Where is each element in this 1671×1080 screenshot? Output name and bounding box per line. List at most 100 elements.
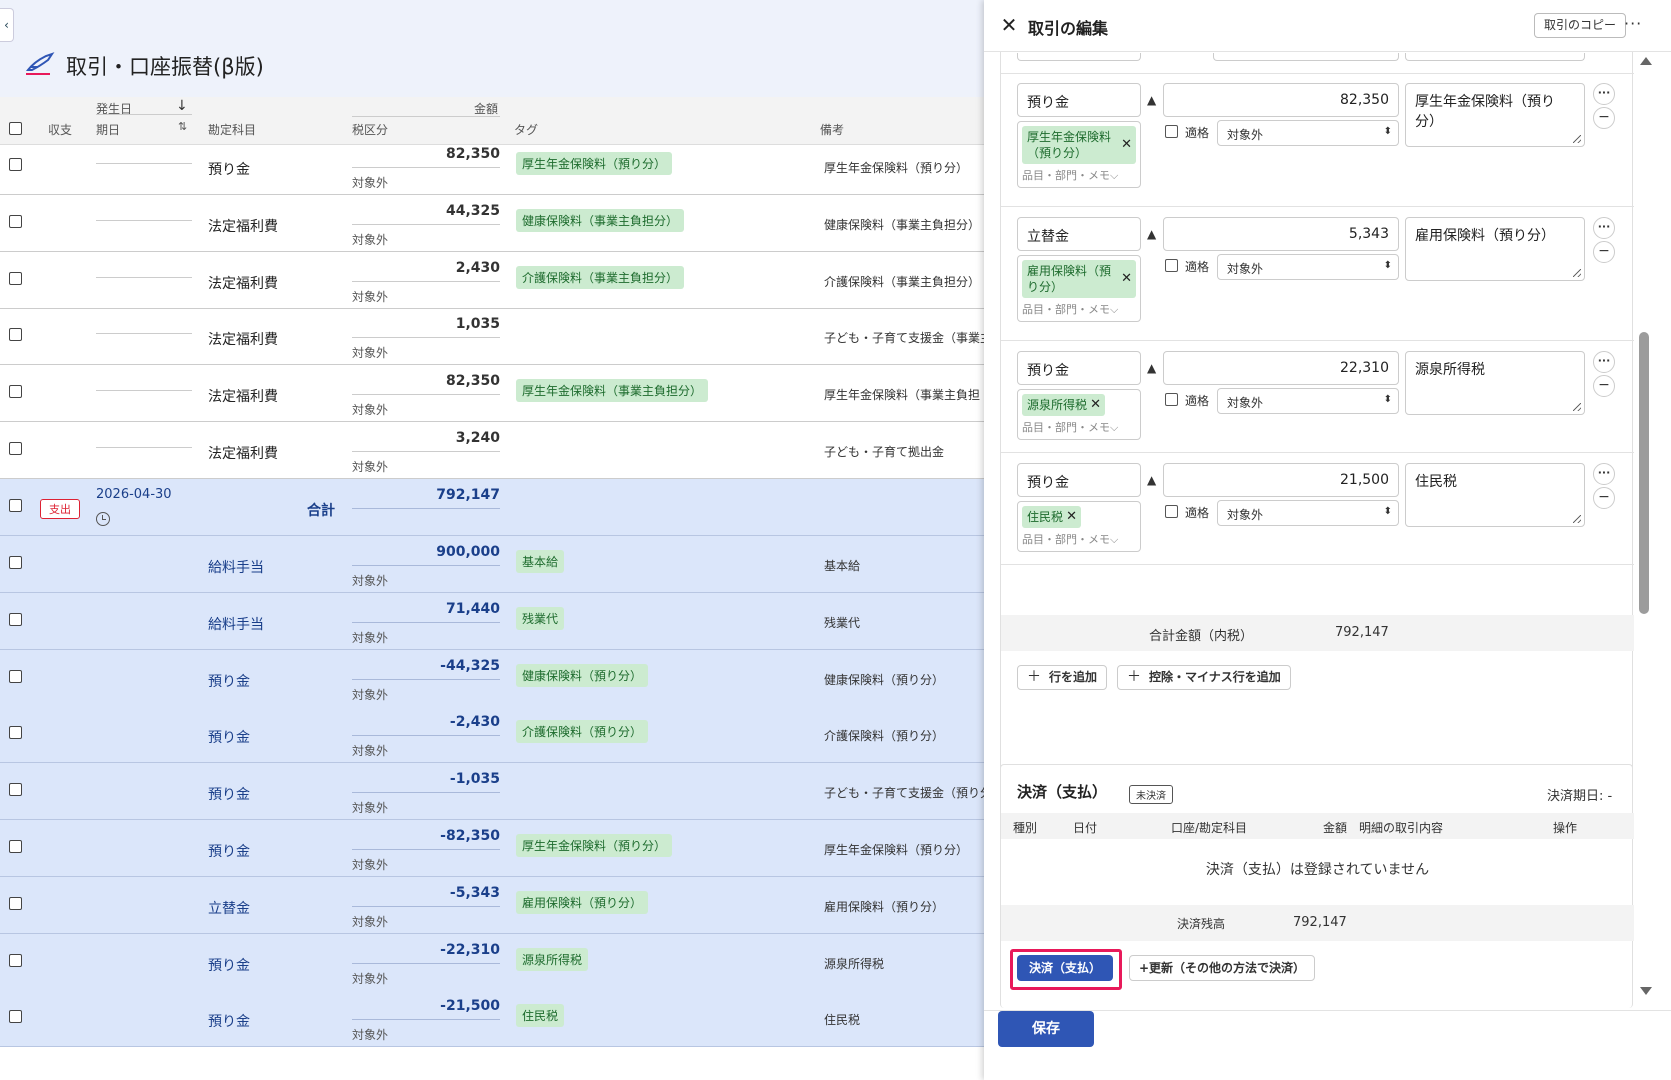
row-checkbox[interactable]: [9, 214, 22, 228]
memo-textarea[interactable]: 源泉所得税: [1405, 351, 1585, 415]
row-checkbox[interactable]: [9, 556, 22, 569]
row-checkbox[interactable]: [9, 1010, 22, 1024]
table-row[interactable]: 給料手当 900,000 対象外 基本給 基本給: [0, 536, 984, 593]
row-tag[interactable]: 厚生年金保険料（預り分）: [516, 834, 673, 857]
account-select[interactable]: 預り金: [1017, 351, 1141, 385]
update-other-method-button[interactable]: +更新（その他の方法で決済）: [1129, 955, 1316, 981]
row-checkbox[interactable]: [9, 158, 22, 171]
table-row[interactable]: 法定福利費 3,240 対象外 子ども・子育て拠出金: [0, 422, 984, 479]
scroll-thumb[interactable]: [1639, 332, 1649, 614]
item-dept-memo-toggle[interactable]: 品目・部門・メモ⌵: [1022, 167, 1136, 183]
row-tag[interactable]: 残業代: [516, 606, 565, 630]
table-row[interactable]: 給料手当 71,440 対象外 残業代 残業代: [0, 592, 984, 650]
more-options-icon[interactable]: ···: [1593, 351, 1615, 373]
remove-line-icon[interactable]: −: [1593, 375, 1615, 397]
memo-textarea[interactable]: 厚生年金保険料（預り分）: [1405, 83, 1585, 147]
row-tag[interactable]: 厚生年金保険料（預り分）: [516, 152, 673, 175]
row-tag[interactable]: 介護保険料（預り分）: [516, 720, 649, 744]
row-tag[interactable]: 厚生年金保険料（事業主負担分）: [516, 379, 709, 403]
row-checkbox[interactable]: [9, 271, 22, 285]
amount-input[interactable]: 82,350: [1163, 83, 1399, 117]
close-icon[interactable]: ✕: [998, 14, 1020, 36]
amount-input[interactable]: 21,500: [1163, 463, 1399, 497]
scroll-down-arrow-icon[interactable]: [1640, 987, 1652, 995]
row-checkbox[interactable]: [9, 840, 22, 853]
table-row[interactable]: 預り金 -2,430 対象外 介護保険料（預り分） 介護保険料（預り分）: [0, 706, 984, 764]
header-period[interactable]: 期日: [96, 121, 120, 138]
total-row[interactable]: 支出 2026-04-30 合計 792,147: [0, 479, 984, 536]
table-row[interactable]: 法定福利費 82,350 対象外 厚生年金保険料（事業主負担分） 厚生年金保険料（事業主…: [0, 365, 984, 423]
item-dept-memo-toggle[interactable]: 品目・部門・メモ⌵: [1022, 419, 1136, 435]
table-row[interactable]: 預り金 -82,350 対象外 厚生年金保険料（預り分） 厚生年金保険料（預り分）: [0, 820, 984, 877]
tax-select[interactable]: 対象外: [1217, 388, 1399, 414]
item-dept-memo-toggle[interactable]: 品目・部門・メモ⌵: [1022, 531, 1136, 547]
remove-tag-icon[interactable]: ✕: [1121, 271, 1132, 287]
more-options-icon[interactable]: ···: [1593, 463, 1615, 485]
row-checkbox[interactable]: [9, 669, 22, 683]
collapse-tab[interactable]: ‹: [0, 8, 14, 42]
memo-textarea[interactable]: 雇用保険料（預り分）: [1405, 217, 1585, 281]
row-checkbox[interactable]: [9, 328, 22, 342]
add-minus-row-button[interactable]: ＋ 控除・マイナス行を追加: [1117, 665, 1291, 690]
sort-toggle-icon[interactable]: ⇅: [178, 120, 187, 133]
row-tag[interactable]: 源泉所得税: [516, 947, 589, 971]
tag-field[interactable]: 雇用保険料（預り分） ✕ 品目・部門・メモ⌵: [1017, 255, 1141, 322]
remove-line-icon[interactable]: −: [1593, 241, 1615, 263]
remove-tag-icon[interactable]: ✕: [1090, 397, 1101, 413]
panel-scrollbar[interactable]: [1633, 52, 1655, 1010]
table-row[interactable]: 立替金 -5,343 対象外 雇用保険料（預り分） 雇用保険料（預り分）: [0, 876, 984, 934]
row-checkbox[interactable]: [9, 726, 22, 740]
more-options-icon[interactable]: ···: [1593, 83, 1615, 105]
row-tag[interactable]: 健康保険料（事業主負担分）: [516, 208, 685, 232]
qualified-checkbox[interactable]: [1165, 125, 1178, 138]
row-checkbox[interactable]: [9, 612, 22, 626]
remove-tag-icon[interactable]: ✕: [1121, 137, 1132, 153]
amount-input[interactable]: 22,310: [1163, 351, 1399, 385]
pay-settlement-button[interactable]: 決済（支払）: [1017, 955, 1113, 981]
table-row[interactable]: 預り金 -21,500 対象外 住民税 住民税: [0, 990, 984, 1048]
memo-textarea[interactable]: 住民税: [1405, 463, 1585, 527]
tag-field[interactable]: 厚生年金保険料（預り分） ✕ 品目・部門・メモ⌵: [1017, 121, 1141, 188]
more-options-icon[interactable]: ···: [1593, 217, 1615, 239]
account-select[interactable]: 預り金: [1017, 83, 1141, 117]
row-tag[interactable]: 雇用保険料（預り分）: [516, 890, 649, 914]
amount-input[interactable]: 5,343: [1163, 217, 1399, 251]
add-row-button[interactable]: ＋ 行を追加: [1017, 665, 1108, 690]
triangle-up-icon[interactable]: ▲: [1147, 361, 1156, 375]
table-row[interactable]: 法定福利費 44,325 対象外 健康保険料（事業主負担分） 健康保険料（事業主負担分）: [0, 195, 984, 252]
save-button[interactable]: 保存: [998, 1011, 1094, 1047]
qualified-checkbox[interactable]: [1165, 393, 1178, 406]
tax-select[interactable]: 対象外: [1217, 120, 1399, 146]
sort-down-icon[interactable]: ↓: [176, 98, 188, 114]
table-row[interactable]: 預り金 82,350 対象外 厚生年金保険料（預り分） 厚生年金保険料（預り分）: [0, 138, 984, 195]
qualified-checkbox[interactable]: [1165, 505, 1178, 518]
row-tag[interactable]: 基本給: [516, 550, 565, 573]
scroll-up-arrow-icon[interactable]: [1640, 57, 1652, 65]
row-checkbox[interactable]: [9, 783, 22, 797]
select-all-checkbox[interactable]: [9, 122, 22, 135]
table-row[interactable]: 預り金 -1,035 対象外 子ども・子育て支援金（預り分: [0, 763, 984, 821]
triangle-up-icon[interactable]: ▲: [1147, 227, 1156, 241]
row-tag[interactable]: 介護保険料（事業主負担分）: [516, 265, 685, 289]
tag-field[interactable]: 住民税 ✕ 品目・部門・メモ⌵: [1017, 501, 1141, 552]
row-tag[interactable]: 住民税: [516, 1004, 565, 1028]
qualified-checkbox[interactable]: [1165, 259, 1178, 272]
item-dept-memo-toggle[interactable]: 品目・部門・メモ⌵: [1022, 301, 1136, 317]
tag-field[interactable]: 源泉所得税 ✕ 品目・部門・メモ⌵: [1017, 389, 1141, 440]
account-select[interactable]: 預り金: [1017, 463, 1141, 497]
remove-line-icon[interactable]: −: [1593, 487, 1615, 509]
more-menu-icon[interactable]: ···: [1624, 14, 1642, 33]
row-checkbox[interactable]: [9, 442, 22, 455]
table-row[interactable]: 預り金 -44,325 対象外 健康保険料（預り分） 健康保険料（預り分）: [0, 649, 984, 707]
row-checkbox[interactable]: [9, 953, 22, 967]
account-select[interactable]: 立替金: [1017, 217, 1141, 251]
triangle-up-icon[interactable]: ▲: [1147, 93, 1156, 107]
tax-select[interactable]: 対象外: [1217, 254, 1399, 280]
row-checkbox[interactable]: [9, 896, 22, 910]
row-checkbox[interactable]: [9, 499, 22, 512]
copy-transaction-button[interactable]: 取引のコピー: [1534, 13, 1627, 38]
table-row[interactable]: 法定福利費 2,430 対象外 介護保険料（事業主負担分） 介護保険料（事業主負担分）: [0, 252, 984, 309]
tax-select[interactable]: 対象外: [1217, 500, 1399, 526]
table-row[interactable]: 預り金 -22,310 対象外 源泉所得税 源泉所得税: [0, 933, 984, 991]
table-row[interactable]: 法定福利費 1,035 対象外 子ども・子育て支援金（事業主: [0, 308, 984, 366]
